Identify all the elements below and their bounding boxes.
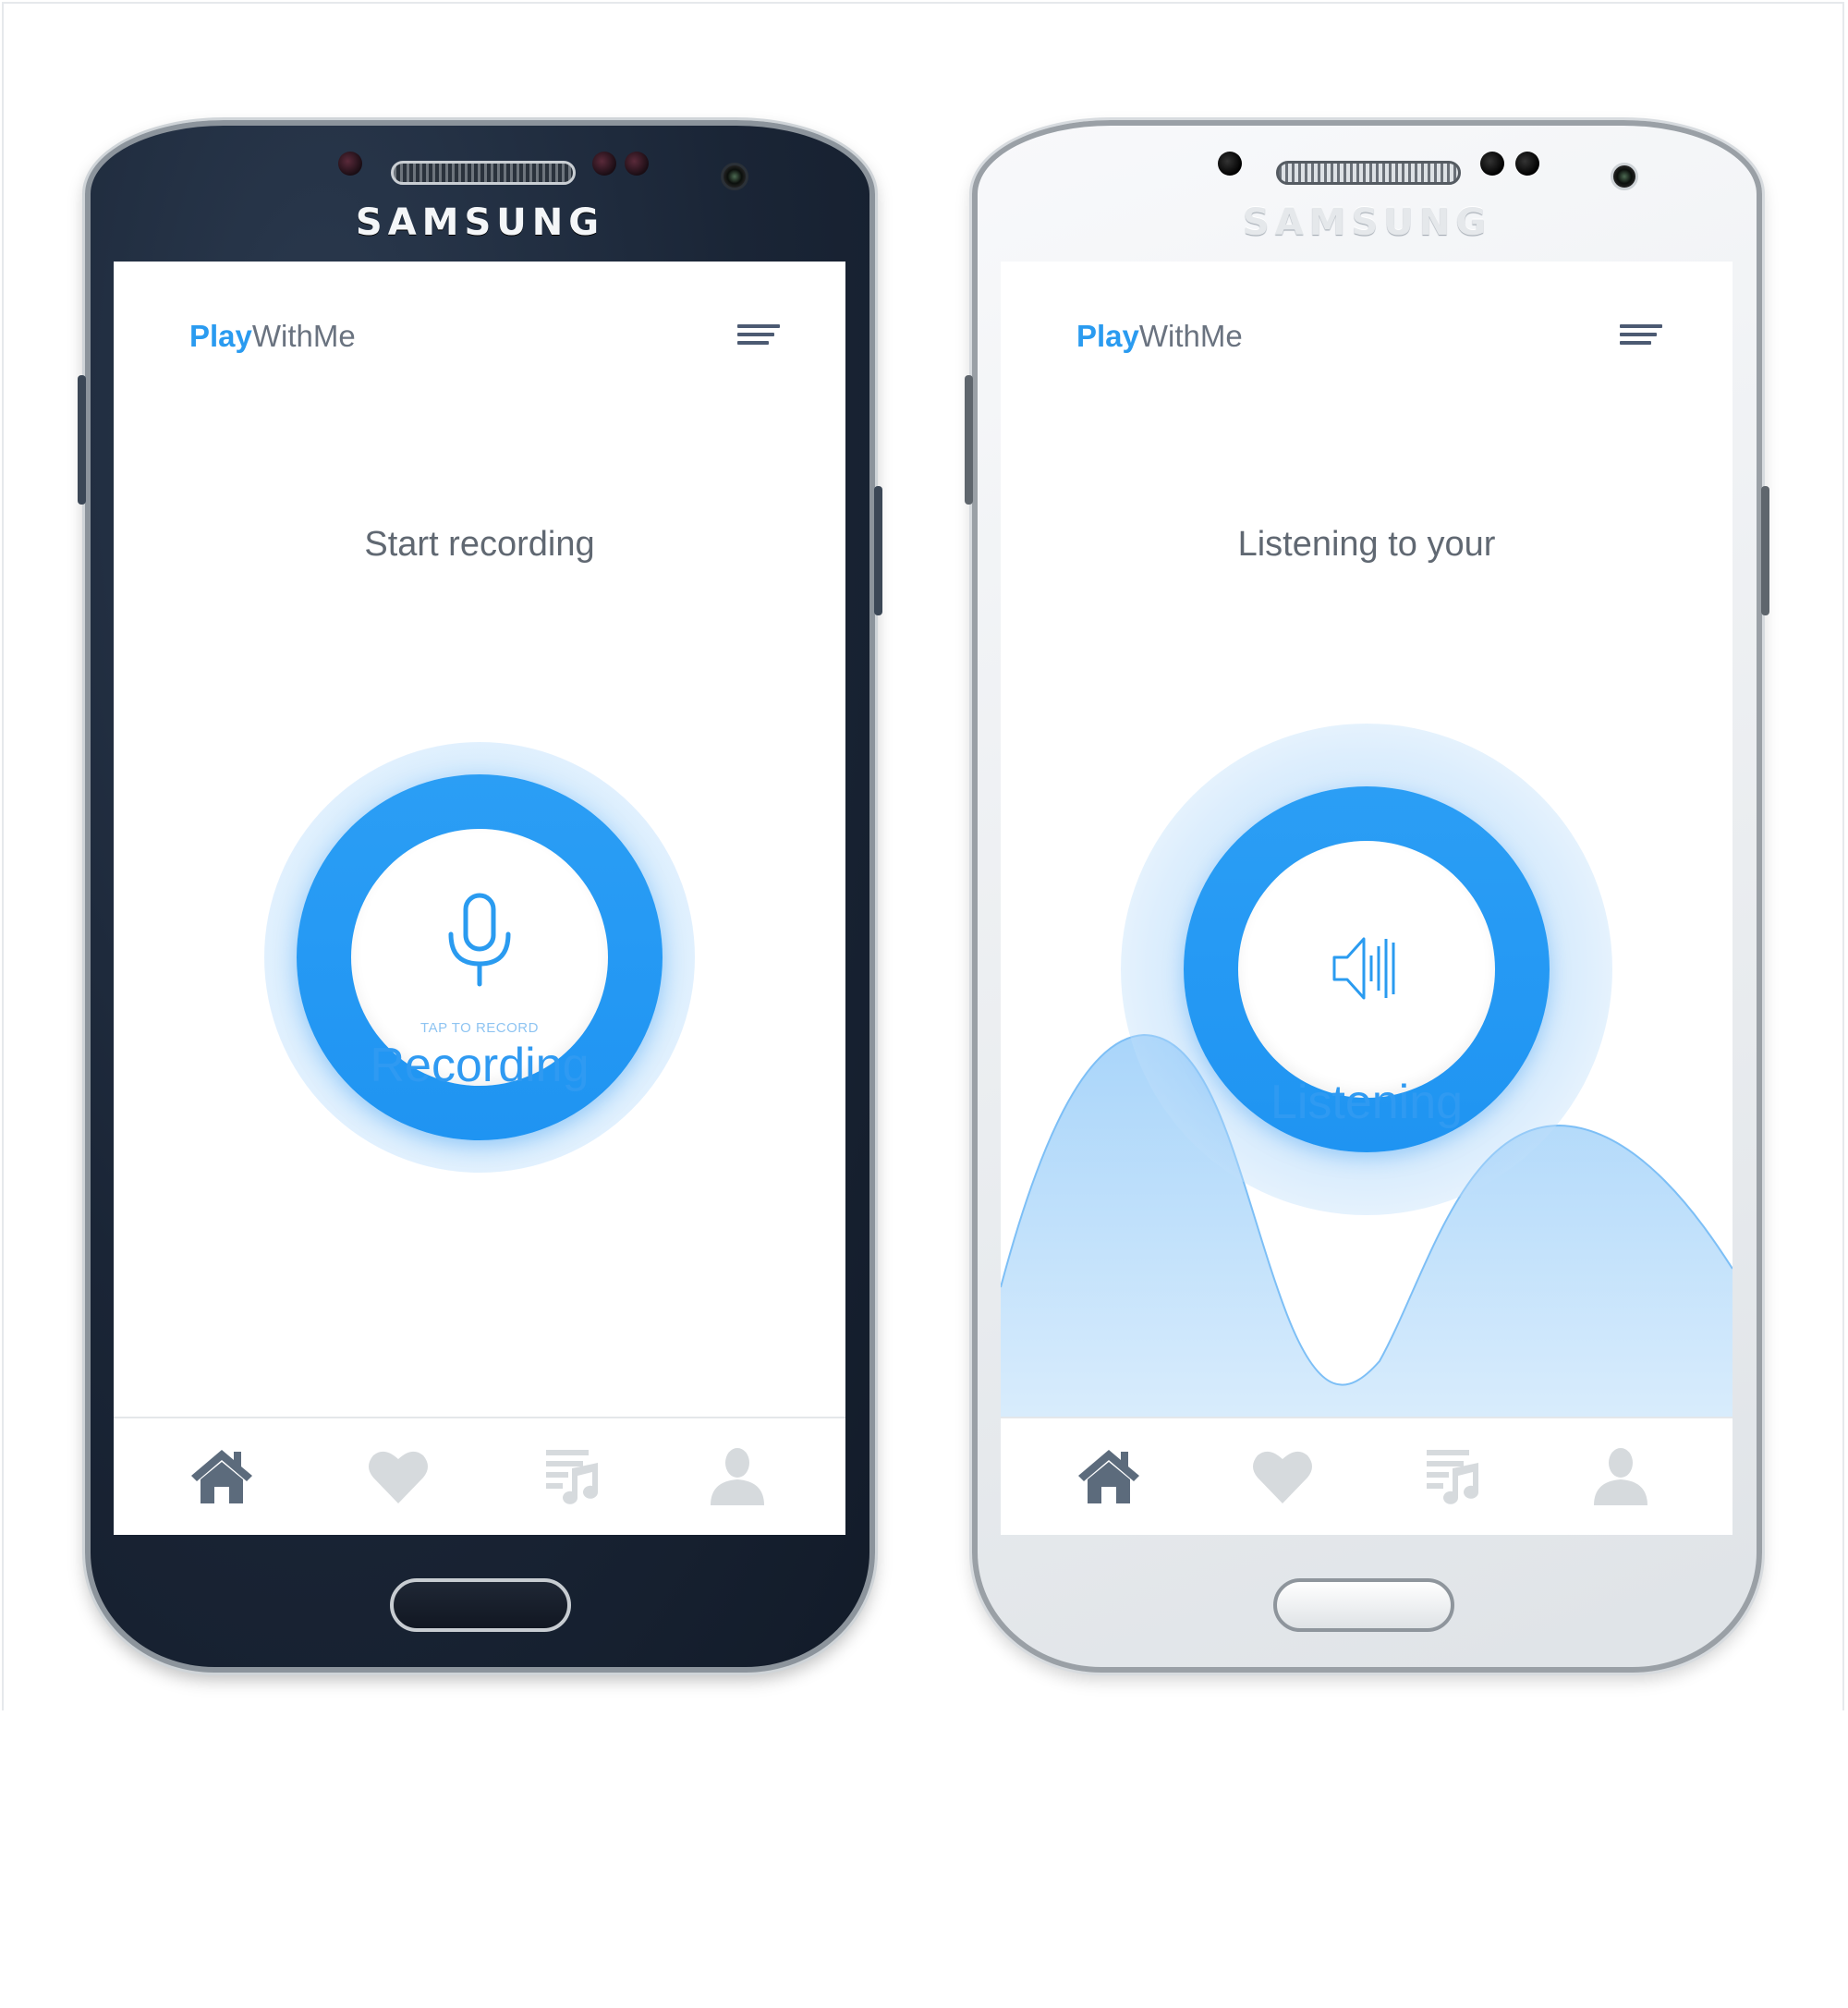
listen-orb	[1121, 724, 1612, 1215]
bottom-tab-bar	[114, 1417, 845, 1535]
tab-playlist[interactable]	[1421, 1444, 1486, 1509]
screen-recording: PlayWithMe Start recording TAP TO RECORD…	[114, 262, 845, 1535]
bottom-tab-bar	[1001, 1417, 1732, 1535]
home-icon	[191, 1450, 252, 1503]
home-icon	[1078, 1450, 1139, 1503]
earpiece-speaker	[391, 161, 576, 185]
front-camera	[721, 163, 748, 190]
home-key[interactable]	[1273, 1578, 1454, 1632]
home-key[interactable]	[390, 1578, 571, 1632]
screen-listening: PlayWithMe Listening to your Listening	[1001, 262, 1732, 1535]
speaker-icon	[1332, 937, 1395, 1000]
user-icon	[711, 1448, 764, 1505]
tab-home[interactable]	[189, 1444, 254, 1509]
front-camera	[1611, 163, 1638, 190]
status-prompt: Listening to your	[1237, 525, 1496, 564]
light-sensor	[1480, 152, 1504, 176]
menu-icon[interactable]	[1620, 324, 1662, 348]
playlist-icon	[546, 1450, 598, 1504]
power-button	[1761, 486, 1769, 615]
volume-button	[965, 375, 973, 505]
listening-label: Listening	[1270, 1076, 1464, 1129]
tap-to-record-label: TAP TO RECORD	[420, 1020, 539, 1036]
app-logo-rest: WithMe	[1138, 319, 1243, 353]
volume-button	[78, 375, 86, 505]
app-logo[interactable]: PlayWithMe	[1076, 319, 1243, 354]
playlist-icon	[1427, 1450, 1478, 1504]
proximity-sensor	[1218, 152, 1242, 176]
light-sensor	[625, 152, 649, 176]
app-logo-play: Play	[1076, 319, 1139, 353]
tab-profile[interactable]	[705, 1444, 770, 1509]
heart-icon	[1253, 1451, 1312, 1503]
recording-label: Recording	[370, 1039, 590, 1092]
app-logo[interactable]: PlayWithMe	[189, 319, 356, 354]
user-icon	[1594, 1448, 1647, 1505]
menu-icon[interactable]	[737, 324, 780, 348]
tab-favorites[interactable]	[366, 1444, 431, 1509]
earpiece-speaker	[1276, 161, 1461, 185]
proximity-sensor	[338, 152, 362, 176]
tab-favorites[interactable]	[1250, 1444, 1315, 1509]
tab-profile[interactable]	[1588, 1444, 1653, 1509]
tab-home[interactable]	[1076, 1444, 1141, 1509]
app-logo-rest: WithMe	[251, 319, 356, 353]
phone-white: SAMSUNG PlayWithMe Listening to your Lis…	[965, 120, 1769, 1673]
heart-icon	[369, 1451, 428, 1503]
light-sensor	[1515, 152, 1539, 176]
microphone-icon	[448, 893, 511, 987]
power-button	[874, 486, 882, 615]
tab-playlist[interactable]	[541, 1444, 605, 1509]
brand-logo: SAMSUNG	[1242, 201, 1492, 244]
status-prompt: Start recording	[364, 525, 595, 564]
app-logo-play: Play	[189, 319, 252, 353]
listen-button-core[interactable]	[1238, 841, 1495, 1098]
light-sensor	[592, 152, 616, 176]
phone-dark: SAMSUNG PlayWithMe Start recording TAP T…	[78, 120, 882, 1673]
brand-logo: SAMSUNG	[355, 201, 605, 244]
record-orb: TAP TO RECORD	[264, 742, 695, 1173]
